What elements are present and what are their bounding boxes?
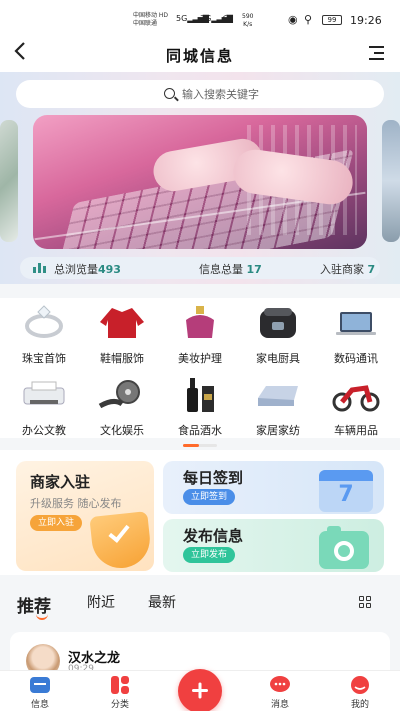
category-digital[interactable]: 数码通讯 — [318, 304, 394, 366]
bedding-icon — [254, 376, 302, 412]
category-label: 食品酒水 — [178, 424, 222, 437]
search-bar[interactable]: 输入搜索关键字 — [16, 80, 384, 108]
plus-icon[interactable] — [178, 669, 222, 711]
info-icon — [30, 676, 50, 694]
laptop-icon — [332, 304, 380, 340]
category-label: 美妆护理 — [178, 352, 222, 365]
page-title: 同城信息 — [165, 47, 234, 65]
battery-level: 99 — [327, 16, 337, 24]
tabbar-profile[interactable]: 我的 — [340, 676, 380, 710]
carrier-2: 中国联通 — [133, 20, 158, 27]
printer-icon — [20, 376, 68, 412]
stat-info: 信息总量 17 — [199, 261, 262, 277]
stat-merchants-label: 入驻商家 — [320, 263, 364, 276]
stat-views: 总浏览量493 — [54, 261, 121, 277]
tabbar-label: 消息 — [270, 700, 289, 710]
clock: 19:26 — [350, 14, 382, 27]
stat-views-label: 总浏览量 — [54, 263, 98, 276]
shield-check-icon — [89, 511, 153, 571]
category-label: 车辆用品 — [334, 424, 378, 437]
category-apparel[interactable]: 鞋帽服饰 — [84, 304, 160, 366]
category-label: 鞋帽服饰 — [100, 352, 144, 365]
category-cosmetics[interactable]: 美妆护理 — [162, 304, 238, 366]
category-appliances[interactable]: 家电厨具 — [240, 304, 316, 366]
tabbar-label: 我的 — [350, 700, 369, 710]
profile-icon — [350, 676, 370, 694]
location-icon: ⚲ — [304, 13, 316, 26]
tabbar-category[interactable]: 分类 — [100, 676, 140, 710]
publish-info-title: 发布信息 — [183, 527, 244, 545]
net-speed: 590 K/s — [242, 13, 254, 28]
merchant-join-title: 商家入驻 — [30, 473, 91, 491]
category-label: 家居家纺 — [256, 424, 300, 437]
category-grid: 珠宝首饰 鞋帽服饰 美妆护理 家电厨具 数码通讯 办公文教 文化娱乐 食品酒水 … — [0, 298, 400, 447]
stats-bar: 总浏览量493 信息总量 17 入驻商家 7 — [20, 257, 380, 279]
film-reel-icon — [98, 376, 146, 412]
tabbar-label: 分类 — [110, 700, 129, 710]
banner-prev-slide[interactable] — [0, 120, 18, 242]
stat-info-label: 信息总量 — [199, 263, 243, 276]
category-label: 家电厨具 — [256, 352, 300, 365]
tabbar-label: 信息 — [30, 700, 49, 710]
battery-icon: 99 — [322, 15, 342, 25]
motorcycle-icon — [332, 376, 380, 412]
status-bar: 中国移动 HD 中国联通 5G▂▃▅▇ 3G▂▃▅▇ ◠ 590 K/s ◉ ⚲… — [0, 0, 400, 40]
banner-next-slide[interactable] — [382, 120, 400, 242]
stat-merchants: 入驻商家 7 — [320, 261, 375, 277]
wifi-icon: ◠ — [222, 12, 232, 25]
wine-bottle-icon — [176, 376, 224, 412]
eye-icon: ◉ — [288, 13, 301, 26]
daily-checkin-title: 每日签到 — [183, 469, 244, 487]
publish-info-card[interactable]: 发布信息 立即发布 — [163, 519, 384, 572]
calendar-icon: 7 — [319, 470, 373, 512]
stat-merchants-value: 7 — [367, 263, 376, 276]
search-input[interactable]: 输入搜索关键字 — [182, 86, 259, 102]
app-header: 同城信息 — [0, 40, 400, 72]
carrier-1: 中国移动 HD — [133, 12, 169, 19]
daily-checkin-card[interactable]: 每日签到 立即签到 7 — [163, 461, 384, 514]
grid-view-icon[interactable] — [359, 596, 372, 609]
tabbar-messages[interactable]: 消息 — [260, 676, 300, 710]
category-label: 珠宝首饰 — [22, 352, 66, 365]
publish-now-button[interactable]: 立即发布 — [183, 547, 236, 563]
jacket-icon — [98, 304, 146, 340]
bar-chart-icon — [33, 263, 47, 273]
category-scroll-indicator — [183, 444, 217, 447]
join-now-button[interactable]: 立即入驻 — [30, 515, 83, 531]
category-office[interactable]: 办公文教 — [6, 376, 82, 438]
category-vehicles[interactable]: 车辆用品 — [318, 376, 394, 438]
rice-cooker-icon — [254, 304, 302, 340]
menu-icon[interactable] — [369, 46, 384, 64]
ring-icon — [20, 304, 68, 340]
category-label: 数码通讯 — [334, 352, 378, 365]
category-food-drink[interactable]: 食品酒水 — [162, 376, 238, 438]
stat-views-value: 493 — [98, 263, 121, 276]
banner-image[interactable] — [33, 115, 367, 249]
category-jewelry[interactable]: 珠宝首饰 — [6, 304, 82, 366]
checkin-now-button[interactable]: 立即签到 — [183, 489, 236, 505]
tab-latest[interactable]: 最新 — [148, 592, 176, 612]
category-icon — [110, 676, 130, 694]
tabbar-info[interactable]: 信息 — [20, 676, 60, 710]
category-label: 办公文教 — [22, 424, 66, 437]
carrier-info: 中国移动 HD 中国联通 — [133, 12, 168, 28]
tab-nearby[interactable]: 附近 — [87, 592, 115, 612]
category-home-textile[interactable]: 家居家纺 — [240, 376, 316, 438]
category-culture[interactable]: 文化娱乐 — [84, 376, 160, 438]
camera-icon — [319, 526, 369, 569]
stat-info-value: 17 — [246, 263, 262, 276]
merchant-join-subtitle: 升级服务 随心发布 — [30, 497, 122, 510]
message-icon — [270, 676, 290, 694]
merchant-join-card[interactable]: 商家入驻 升级服务 随心发布 立即入驻 — [16, 461, 154, 571]
perfume-icon — [176, 304, 224, 340]
category-label: 文化娱乐 — [100, 424, 144, 437]
search-icon — [164, 88, 175, 99]
